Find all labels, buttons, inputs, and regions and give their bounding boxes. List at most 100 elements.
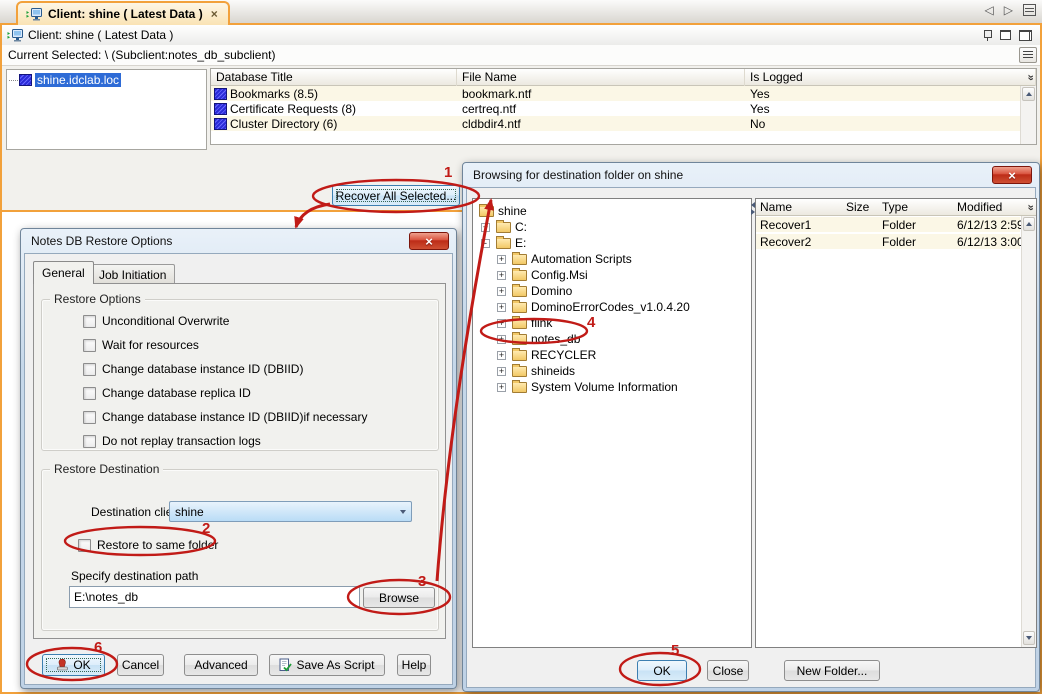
tree-item-notes-db[interactable]: +notes_db bbox=[473, 331, 751, 347]
list-item-recover2[interactable]: Recover2 Folder 6/12/13 3:00 PM bbox=[756, 234, 1020, 249]
checkbox[interactable] bbox=[83, 339, 96, 352]
tab-job-initiation[interactable]: Job Initiation bbox=[90, 264, 175, 284]
tree-item-flink[interactable]: +flink bbox=[473, 315, 751, 331]
expand-icon[interactable]: + bbox=[497, 287, 506, 296]
general-tab-panel: Restore Options Unconditional Overwrite … bbox=[33, 283, 446, 639]
collapse-icon[interactable]: - bbox=[481, 239, 490, 248]
cancel-button[interactable]: Cancel bbox=[117, 654, 164, 676]
chevron-down-icon[interactable] bbox=[395, 502, 411, 521]
tree-item-shine[interactable]: shine bbox=[473, 203, 751, 219]
checkbox-wait-for-resources[interactable]: Wait for resources bbox=[83, 338, 199, 352]
maximize-icon[interactable] bbox=[1000, 30, 1011, 40]
checkbox-change-replica-id[interactable]: Change database replica ID bbox=[83, 386, 251, 400]
col-database-title[interactable]: Database Title bbox=[211, 69, 457, 86]
tree-item-domino-error-codes[interactable]: +DominoErrorCodes_v1.0.4.20 bbox=[473, 299, 751, 315]
checkbox[interactable] bbox=[83, 363, 96, 376]
help-button[interactable]: Help bbox=[397, 654, 431, 676]
tree-item-automation-scripts[interactable]: +Automation Scripts bbox=[473, 251, 751, 267]
expand-icon[interactable]: + bbox=[497, 351, 506, 360]
tree-item-recycler[interactable]: +RECYCLER bbox=[473, 347, 751, 363]
folder-icon bbox=[512, 318, 527, 329]
destination-path-input[interactable] bbox=[69, 586, 360, 608]
expand-icon[interactable]: + bbox=[481, 223, 490, 232]
tab-list-icon[interactable] bbox=[1023, 4, 1036, 16]
tree-item-c-drive[interactable]: +C: bbox=[473, 219, 751, 235]
expand-icon[interactable]: + bbox=[497, 255, 506, 264]
expand-icon[interactable]: + bbox=[497, 271, 506, 280]
checkbox-change-dbiid-if-necessary[interactable]: Change database instance ID (DBIID)if ne… bbox=[83, 410, 367, 424]
folder-tree-panel: shine +C: -E: +Automation Scripts +Confi… bbox=[472, 198, 752, 648]
application-window: Client: shine ( Latest Data ) × ◁ ▷ Clie… bbox=[0, 0, 1042, 694]
folder-icon bbox=[512, 302, 527, 313]
close-icon[interactable]: × bbox=[409, 232, 449, 250]
checkbox[interactable] bbox=[83, 435, 96, 448]
checkbox-restore-to-same-folder[interactable]: Restore to same folder bbox=[78, 538, 218, 552]
table-row[interactable]: Certificate Requests (8) certreq.ntf Yes bbox=[211, 101, 1036, 116]
folder-icon bbox=[496, 238, 511, 249]
col-type[interactable]: Type bbox=[878, 199, 953, 216]
stamp-icon bbox=[56, 659, 69, 672]
tree-item-shineids[interactable]: +shineids bbox=[473, 363, 751, 379]
checkbox[interactable] bbox=[83, 387, 96, 400]
notes-db-restore-options-dialog: Notes DB Restore Options × General Job I… bbox=[20, 228, 457, 689]
table-scrollbar[interactable] bbox=[1020, 86, 1036, 144]
table-row[interactable]: Cluster Directory (6) cldbdir4.ntf No bbox=[211, 116, 1036, 131]
recover-all-selected-button[interactable]: Recover All Selected... bbox=[332, 185, 460, 206]
tab-client-shine[interactable]: Client: shine ( Latest Data ) × bbox=[16, 1, 230, 25]
column-settings-button[interactable]: » bbox=[1020, 69, 1036, 86]
list-scrollbar[interactable] bbox=[1021, 216, 1036, 647]
checkbox-change-dbiid[interactable]: Change database instance ID (DBIID) bbox=[83, 362, 303, 376]
table-header: Database Title File Name Is Logged » bbox=[211, 69, 1036, 86]
column-settings-button[interactable]: » bbox=[1020, 199, 1036, 216]
checkbox[interactable] bbox=[78, 539, 91, 552]
table-row[interactable]: Bookmarks (8.5) bookmark.ntf Yes bbox=[211, 86, 1036, 101]
panel-splitter[interactable] bbox=[751, 202, 754, 215]
advanced-button[interactable]: Advanced bbox=[184, 654, 258, 676]
tree-item-client-root[interactable]: shine.idclab.loc bbox=[7, 70, 206, 87]
ok-button[interactable]: OK bbox=[637, 660, 687, 681]
tree-item-domino[interactable]: +Domino bbox=[473, 283, 751, 299]
ok-button[interactable]: OK bbox=[42, 654, 105, 676]
view-options-button[interactable] bbox=[1019, 47, 1037, 63]
save-as-script-button[interactable]: Save As Script bbox=[269, 654, 385, 676]
tree-item-config-msi[interactable]: +Config.Msi bbox=[473, 267, 751, 283]
tab-general[interactable]: General bbox=[33, 261, 94, 284]
lines-icon bbox=[1023, 51, 1033, 60]
checkbox[interactable] bbox=[83, 411, 96, 424]
script-icon bbox=[279, 658, 292, 672]
restore-icon[interactable] bbox=[1019, 30, 1032, 41]
scroll-up-icon[interactable] bbox=[1023, 217, 1035, 231]
expand-icon[interactable]: + bbox=[497, 383, 506, 392]
col-is-logged[interactable]: Is Logged bbox=[745, 69, 1036, 86]
new-folder-button[interactable]: New Folder... bbox=[784, 660, 880, 681]
tree-item-e-drive[interactable]: -E: bbox=[473, 235, 751, 251]
expand-icon[interactable]: + bbox=[497, 367, 506, 376]
nav-forward-icon[interactable]: ▷ bbox=[1004, 3, 1013, 17]
checkbox-do-not-replay-logs[interactable]: Do not replay transaction logs bbox=[83, 434, 261, 448]
col-file-name[interactable]: File Name bbox=[457, 69, 745, 86]
tab-close-icon[interactable]: × bbox=[209, 7, 218, 21]
expand-icon[interactable]: + bbox=[497, 335, 506, 344]
checkbox[interactable] bbox=[83, 315, 96, 328]
browse-button[interactable]: Browse bbox=[363, 587, 435, 608]
list-item-recover1[interactable]: Recover1 Folder 6/12/13 2:59 PM bbox=[756, 217, 1020, 232]
current-selected-bar: Current Selected: \ (Subclient:notes_db_… bbox=[2, 45, 1040, 66]
destination-client-select[interactable]: shine bbox=[169, 501, 412, 522]
specify-path-label: Specify destination path bbox=[71, 569, 198, 583]
expand-icon[interactable]: + bbox=[497, 303, 506, 312]
col-size[interactable]: Size bbox=[842, 199, 878, 216]
scroll-up-icon[interactable] bbox=[1022, 87, 1035, 101]
close-button[interactable]: Close bbox=[707, 660, 749, 681]
tab-bar: Client: shine ( Latest Data ) × ◁ ▷ bbox=[0, 0, 1042, 23]
checkbox-unconditional-overwrite[interactable]: Unconditional Overwrite bbox=[83, 314, 229, 328]
browse-destination-dialog: Browsing for destination folder on shine… bbox=[462, 162, 1040, 692]
col-name[interactable]: Name bbox=[756, 199, 842, 216]
nav-back-icon[interactable]: ◁ bbox=[985, 3, 994, 17]
client-icon bbox=[26, 8, 42, 21]
scroll-down-icon[interactable] bbox=[1023, 631, 1035, 645]
close-icon[interactable]: × bbox=[992, 166, 1032, 184]
expand-icon[interactable]: + bbox=[497, 319, 506, 328]
tree-item-system-volume-information[interactable]: +System Volume Information bbox=[473, 379, 751, 395]
tree-root-label[interactable]: shine.idclab.loc bbox=[35, 73, 121, 87]
pin-icon[interactable] bbox=[983, 29, 992, 41]
